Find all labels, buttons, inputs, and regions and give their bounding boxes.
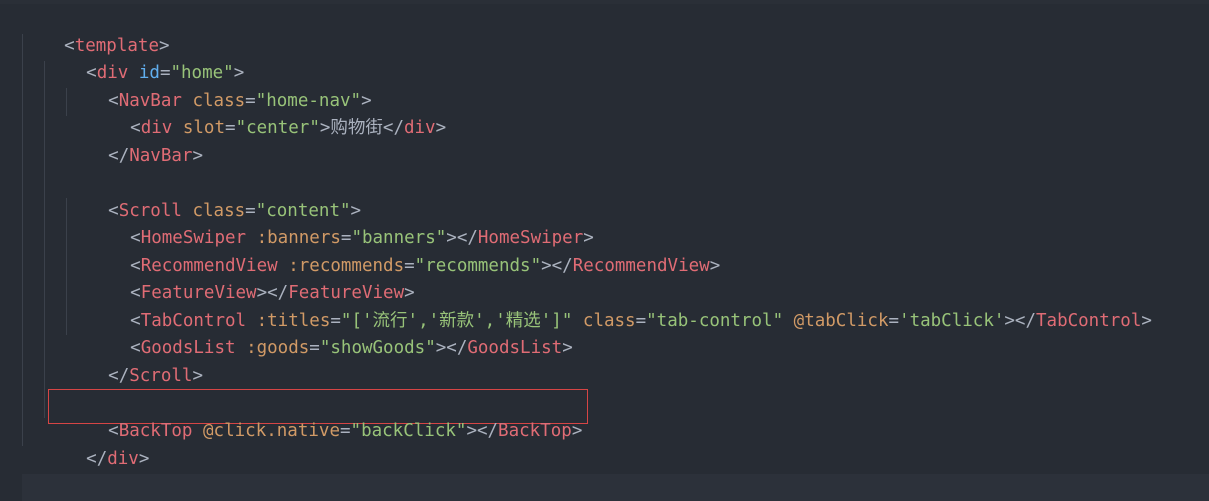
angle-close: > <box>192 146 203 167</box>
indent-guide <box>22 34 23 446</box>
code-line[interactable]: <div id="home"> <box>44 33 244 83</box>
element-text: 购物街 <box>330 118 383 139</box>
code-line[interactable]: </template> <box>22 446 180 496</box>
angle-close: > <box>1141 311 1152 332</box>
attribute-value: "backClick" <box>350 421 467 442</box>
code-line[interactable]: <div slot="center">购物街</div> <box>88 88 446 138</box>
attribute-name: :goods <box>246 338 310 359</box>
tag-name: NavBar <box>129 146 193 167</box>
equals: = <box>225 118 236 139</box>
angle-close: > <box>571 421 583 442</box>
attribute-value: "showGoods" <box>319 338 436 359</box>
angle-close: > <box>435 118 447 139</box>
code-line[interactable]: <FeatureView></FeatureView> <box>88 253 415 303</box>
attribute-value: "recommends" <box>414 256 542 277</box>
code-line[interactable]: <HomeSwiper :banners="banners"></HomeSwi… <box>88 198 594 248</box>
tag-name: BackTop <box>498 421 572 442</box>
tag-name: div <box>403 118 436 139</box>
top-edge <box>0 0 1209 4</box>
angle-close: > <box>562 338 573 359</box>
code-line[interactable]: </div> <box>44 419 149 469</box>
code-line[interactable]: <GoodsList :goods="showGoods"></GoodsLis… <box>88 308 573 358</box>
tag-name: GoodsList <box>467 338 563 359</box>
attribute-value: "center" <box>235 118 320 139</box>
angle-close: ></ <box>1004 311 1036 332</box>
code-line[interactable]: <BackTop @click.native="backClick"></Bac… <box>66 391 582 441</box>
code-line[interactable]: </Scroll> <box>66 336 203 386</box>
attribute-value: "tab-control" <box>646 311 784 332</box>
attribute-name: @tabClick <box>793 311 889 332</box>
code-line[interactable]: </NavBar> <box>66 116 203 166</box>
angle-close: ></ <box>541 256 573 277</box>
angle-open: </ <box>108 146 130 167</box>
equals: = <box>888 311 900 332</box>
angle-open: </ <box>382 118 404 139</box>
angle-open: </ <box>108 366 130 387</box>
attribute-name: @click.native <box>203 421 340 442</box>
attribute-value: 'tabClick' <box>899 311 1005 332</box>
code-editor[interactable]: <template> <div id="home"> <NavBar class… <box>0 0 1209 501</box>
angle-close: > <box>192 366 203 387</box>
tag-name: Scroll <box>129 366 193 387</box>
angle-close: > <box>319 118 331 139</box>
angle-close: > <box>709 256 721 277</box>
angle-close: ></ <box>435 338 468 359</box>
attribute-name: class <box>582 311 636 332</box>
equals: = <box>309 338 320 359</box>
current-line-highlight <box>22 474 1209 501</box>
angle-close: ></ <box>466 421 499 442</box>
code-line[interactable]: <TabControl :titles="['流行','新款','精选']" c… <box>88 281 1152 331</box>
code-line[interactable]: <template> <box>22 6 169 56</box>
code-line[interactable]: <Scroll class="content"> <box>66 171 361 221</box>
tag-name: RecommendView <box>572 256 710 277</box>
tag-name: TabControl <box>1036 311 1142 332</box>
code-line[interactable]: <NavBar class="home-nav"> <box>66 61 371 111</box>
equals: = <box>635 311 647 332</box>
equals: = <box>339 421 351 442</box>
code-line[interactable]: <RecommendView :recommends="recommends">… <box>88 226 720 276</box>
